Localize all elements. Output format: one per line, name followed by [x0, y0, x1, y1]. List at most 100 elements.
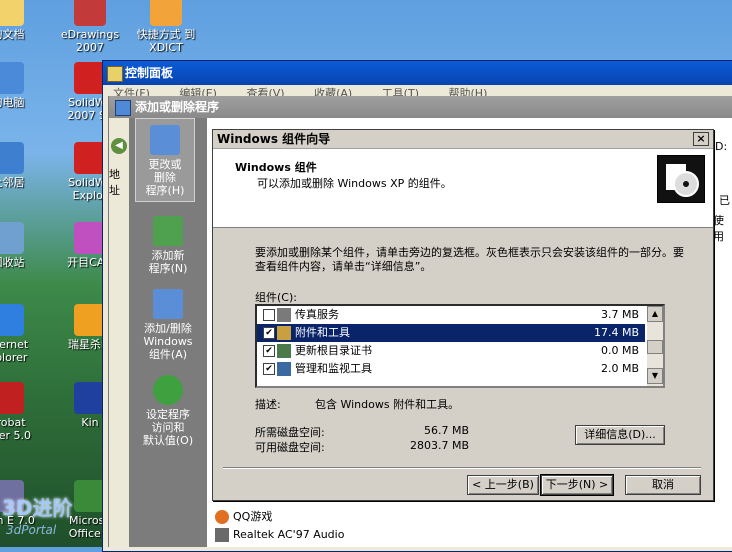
- program-list-item[interactable]: Realtek AC'97 Audio: [215, 528, 344, 542]
- close-icon[interactable]: ×: [693, 132, 709, 146]
- desktop-icon-label: 的文档: [0, 28, 25, 41]
- desktop-icon-label: xplorer: [0, 351, 28, 364]
- add-new-icon: [153, 216, 183, 246]
- components-listbox[interactable]: 传真服务 3.7 MB ✔ 附件和工具 17.4 MB ✔ 更新根目录证书 0.0 MB ✔ 管理…: [255, 304, 665, 388]
- scroll-thumb[interactable]: [647, 340, 663, 354]
- description-text: 包含 Windows 附件和工具。: [315, 398, 460, 411]
- desktop-icon[interactable]: 回收站: [0, 222, 40, 269]
- component-size: 2.0 MB: [600, 362, 639, 375]
- component-checkbox[interactable]: ✔: [263, 327, 275, 339]
- components-wizard-dialog: Windows 组件向导 × Windows 组件 可以添加或删除 Window…: [212, 129, 714, 501]
- components-scrollbar[interactable]: ▲ ▼: [647, 306, 663, 386]
- desktop-icon-label: 的电脑: [0, 96, 25, 109]
- watermark-logo: 3D进阶: [2, 496, 73, 520]
- details-button[interactable]: 详细信息(D)...: [575, 425, 665, 445]
- add-remove-sidebar: 更改或 删除 程序(H) 添加新 程序(N) 添加/删除 Windows 组件(…: [129, 118, 207, 547]
- audio-icon: [215, 528, 229, 542]
- available-space-value: 2803.7 MB: [409, 439, 469, 452]
- desktop-app-icon: [0, 304, 24, 336]
- components-label: 组件(C):: [255, 291, 297, 304]
- component-checkbox[interactable]: ✔: [263, 345, 275, 357]
- back-strip: ◀ 地址: [109, 118, 129, 547]
- desktop-app-icon: [0, 0, 24, 26]
- component-checkbox[interactable]: [263, 309, 275, 321]
- desktop-icon[interactable]: 快捷方式 到 XDICT: [134, 0, 198, 54]
- accessories-icon: [277, 326, 291, 340]
- component-checkbox[interactable]: ✔: [263, 363, 275, 375]
- component-row[interactable]: ✔ 附件和工具 17.4 MB: [257, 324, 645, 342]
- change-remove-icon: [150, 125, 180, 155]
- sidebar-item-change-remove[interactable]: 更改或 删除 程序(H): [135, 118, 195, 202]
- wizard-intro-text: 要添加或删除某个组件，请单击旁边的复选框。灰色框表示只会安装该组件的一部分。要查…: [255, 246, 684, 273]
- desktop-icon-label: crobat: [0, 416, 26, 429]
- windows-components-icon: [153, 289, 183, 319]
- status-fragment-2: 使用: [713, 214, 724, 243]
- wizard-titlebar[interactable]: Windows 组件向导 ×: [213, 130, 713, 149]
- wizard-heading: Windows 组件: [235, 161, 317, 174]
- component-size: 3.7 MB: [600, 308, 639, 321]
- address-fragment: D:: [715, 140, 728, 153]
- desktop-icon-label: 回收站: [0, 256, 25, 269]
- fax-icon: [277, 308, 291, 322]
- back-button[interactable]: < 上一步(B): [467, 475, 539, 495]
- sidebar-item-label: 添加/删除 Windows 组件(A): [143, 322, 193, 361]
- component-name: 传真服务: [295, 308, 339, 321]
- component-row[interactable]: ✔ 更新根目录证书 0.0 MB: [257, 342, 645, 360]
- desktop-icon[interactable]: 的文档: [0, 0, 40, 41]
- cancel-button[interactable]: 取消: [625, 475, 701, 495]
- certificate-icon: [277, 344, 291, 358]
- program-name: Realtek AC'97 Audio: [233, 528, 345, 541]
- desktop-icon-label: eDrawings: [60, 28, 120, 41]
- set-defaults-icon: [153, 375, 183, 405]
- control-panel-icon: [107, 66, 123, 82]
- desktop-icon-label: ader 5.0: [0, 429, 31, 442]
- next-button[interactable]: 下一步(N) >: [540, 474, 614, 496]
- management-icon: [277, 362, 291, 376]
- install-box-icon: [657, 155, 705, 203]
- button-separator: [223, 467, 701, 469]
- scroll-up-icon[interactable]: ▲: [647, 306, 663, 322]
- add-remove-window-icon: [115, 100, 131, 116]
- wizard-title: Windows 组件向导: [217, 132, 331, 146]
- desktop-app-icon: [150, 0, 182, 26]
- sidebar-item-set-defaults[interactable]: 设定程序 访问和 默认值(O): [129, 369, 207, 447]
- sidebar-item-label: 更改或 删除 程序(H): [145, 158, 185, 197]
- component-row[interactable]: ✔ 管理和监视工具 2.0 MB: [257, 360, 645, 378]
- desktop-app-icon: [0, 62, 24, 94]
- sidebar-item-add-new[interactable]: 添加新 程序(N): [129, 210, 207, 275]
- desktop-app-icon: [0, 382, 24, 414]
- sidebar-item-label: 设定程序 访问和 默认值(O): [142, 408, 194, 447]
- sidebar-item-label: 添加新 程序(N): [148, 249, 188, 275]
- program-list-item[interactable]: QQ游戏: [215, 508, 272, 524]
- desktop-icon-label: nternet: [0, 338, 29, 351]
- wizard-header: Windows 组件 可以添加或删除 Windows XP 的组件。: [213, 149, 713, 228]
- control-panel-titlebar[interactable]: 控制面板: [103, 61, 732, 85]
- component-size: 17.4 MB: [593, 326, 639, 339]
- desktop-icon[interactable]: 上邻居: [0, 142, 40, 189]
- desktop-icon[interactable]: crobatader 5.0: [0, 382, 40, 442]
- sidebar-item-windows-components[interactable]: 添加/删除 Windows 组件(A): [129, 283, 207, 361]
- desktop-icon[interactable]: eDrawings 2007: [58, 0, 122, 54]
- component-size: 0.0 MB: [600, 344, 639, 357]
- control-panel-title: 控制面板: [125, 66, 174, 80]
- component-name: 附件和工具: [295, 326, 350, 339]
- qq-game-icon: [215, 510, 229, 524]
- required-space-value: 56.7 MB: [423, 424, 469, 437]
- scroll-down-icon[interactable]: ▼: [647, 368, 663, 384]
- back-arrow-icon[interactable]: ◀: [111, 138, 127, 154]
- desktop-app-icon: [74, 0, 106, 26]
- desktop-app-icon: [0, 142, 24, 174]
- address-label: 地址: [109, 168, 120, 197]
- add-remove-titlebar[interactable]: 添加或删除程序: [109, 96, 732, 118]
- available-space-label: 可用磁盘空间:: [255, 441, 325, 454]
- component-row[interactable]: 传真服务 3.7 MB: [257, 306, 645, 324]
- status-fragment-1: 已: [719, 194, 730, 207]
- wizard-subheading: 可以添加或删除 Windows XP 的组件。: [257, 177, 452, 190]
- desktop-icon-label: 2007: [76, 41, 104, 54]
- component-name: 更新根目录证书: [295, 344, 372, 357]
- desktop-icon[interactable]: nternetxplorer: [0, 304, 40, 364]
- desktop-icon-label: 上邻居: [0, 176, 25, 189]
- description-label: 描述:: [255, 398, 281, 411]
- desktop-icon[interactable]: 的电脑: [0, 62, 40, 109]
- program-name: QQ游戏: [233, 510, 273, 523]
